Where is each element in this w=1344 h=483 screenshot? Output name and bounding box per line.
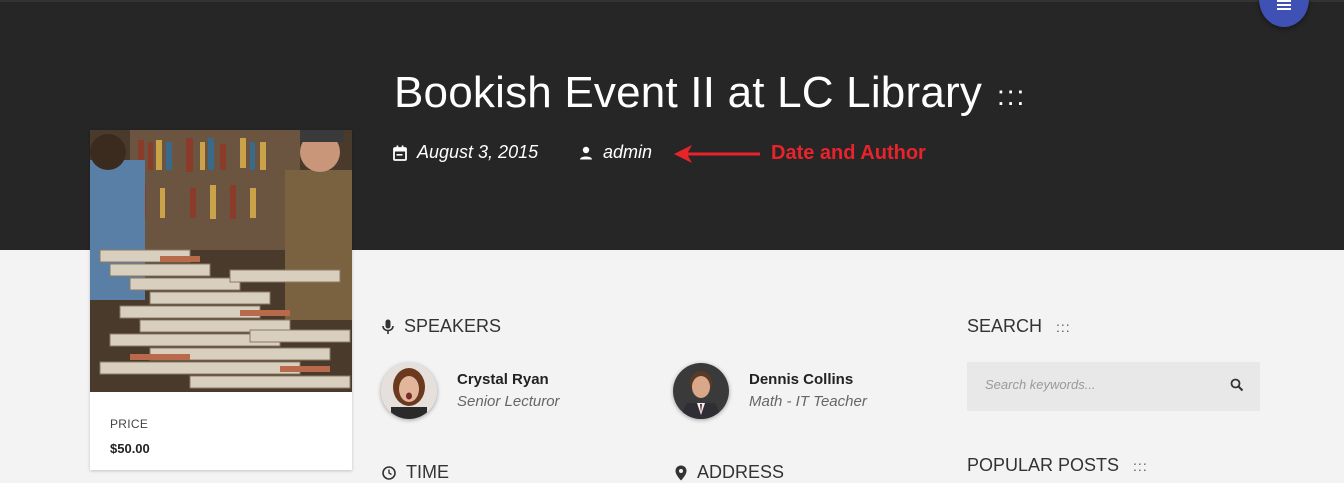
title-dots: ::: [997,80,1027,111]
speaker-avatar[interactable] [673,363,729,419]
speakers-heading-text: SPEAKERS [404,316,502,336]
speaker-avatar[interactable] [381,363,437,419]
price-label: PRICE [110,417,149,431]
speaker-role: Senior Lecturor [457,393,560,410]
popular-posts-heading: POPULAR POSTS ::: [967,455,1148,476]
location-pin-icon [675,465,687,480]
calendar-icon [393,145,407,161]
speaker-card[interactable]: Crystal Ryan Senior Lecturor [381,363,560,419]
address-heading: ADDRESS [675,462,784,483]
speaker-name[interactable]: Dennis Collins [749,371,867,388]
microphone-icon [382,319,394,334]
event-title: Bookish Event II at LC Library [394,68,983,117]
address-heading-text: ADDRESS [697,462,785,482]
time-heading: TIME [382,462,449,483]
person-icon [580,146,592,159]
speaker-card[interactable]: Dennis Collins Math - IT Teacher [673,363,867,419]
heading-dots: ::: [1056,318,1071,335]
event-author[interactable]: admin [579,142,652,163]
event-date: August 3, 2015 [393,142,538,163]
clock-icon [382,465,396,480]
hamburger-icon [1277,0,1291,12]
event-card: PRICE $50.00 [90,130,352,470]
speaker-role: Math - IT Teacher [749,393,867,410]
time-heading-text: TIME [406,462,449,482]
heading-dots: ::: [1133,457,1148,474]
event-photo [90,130,352,392]
annotation-arrow [674,145,760,163]
popular-posts-heading-text: POPULAR POSTS [967,455,1120,475]
annotation-label: Date and Author [771,142,926,164]
event-date-text: August 3, 2015 [417,142,539,162]
event-author-text[interactable]: admin [603,142,652,163]
search-icon[interactable] [1230,378,1244,392]
price-value: $50.00 [110,441,150,456]
speaker-name[interactable]: Crystal Ryan [457,371,560,388]
top-divider [0,0,1344,2]
search-heading: SEARCH ::: [967,316,1071,337]
search-input[interactable] [983,376,1227,393]
speakers-heading: SPEAKERS [382,316,501,337]
search-box[interactable] [967,362,1260,411]
search-heading-text: SEARCH [967,316,1043,336]
